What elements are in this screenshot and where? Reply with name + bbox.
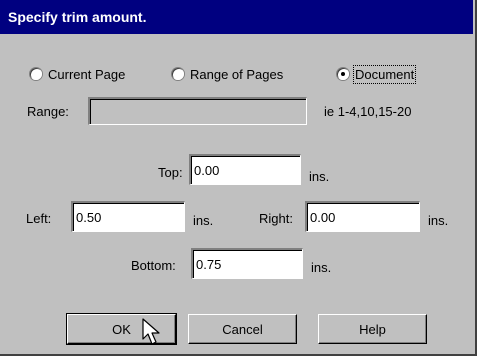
mouse-pointer-icon [142, 318, 160, 345]
radio-document[interactable]: Document [337, 64, 417, 84]
bottom-label: Bottom: [131, 258, 176, 273]
radio-current-page-label: Current Page [48, 66, 126, 82]
radio-current-page[interactable]: Current Page [30, 64, 125, 84]
radio-document-label: Document [352, 64, 417, 84]
right-input[interactable] [305, 201, 420, 232]
help-button[interactable]: Help [318, 314, 427, 344]
ok-button-label: OK [112, 321, 131, 337]
dialog-title: Specify trim amount. [0, 0, 473, 34]
radio-selected-icon [337, 68, 349, 80]
bottom-unit: ins. [311, 260, 332, 275]
left-unit: ins. [193, 213, 214, 228]
range-input[interactable] [88, 97, 307, 125]
help-button-label: Help [359, 321, 386, 337]
left-label: Left: [26, 211, 52, 226]
radio-circle-icon [30, 68, 42, 80]
range-label: Range: [27, 104, 69, 119]
cancel-button-label: Cancel [222, 321, 263, 337]
radio-circle-icon [172, 68, 184, 80]
radio-range-of-pages[interactable]: Range of Pages [172, 64, 283, 84]
range-hint: ie 1-4,10,15-20 [324, 104, 412, 119]
cancel-button[interactable]: Cancel [188, 314, 297, 344]
trim-dialog: Specify trim amount. Current Page Range … [0, 0, 477, 356]
top-unit: ins. [309, 169, 330, 184]
bottom-input[interactable] [191, 248, 303, 279]
left-input[interactable] [71, 201, 185, 232]
top-input[interactable] [189, 154, 301, 185]
radio-range-of-pages-label: Range of Pages [190, 66, 284, 82]
top-label: Top: [158, 165, 183, 180]
right-unit: ins. [428, 213, 449, 228]
right-label: Right: [259, 211, 293, 226]
